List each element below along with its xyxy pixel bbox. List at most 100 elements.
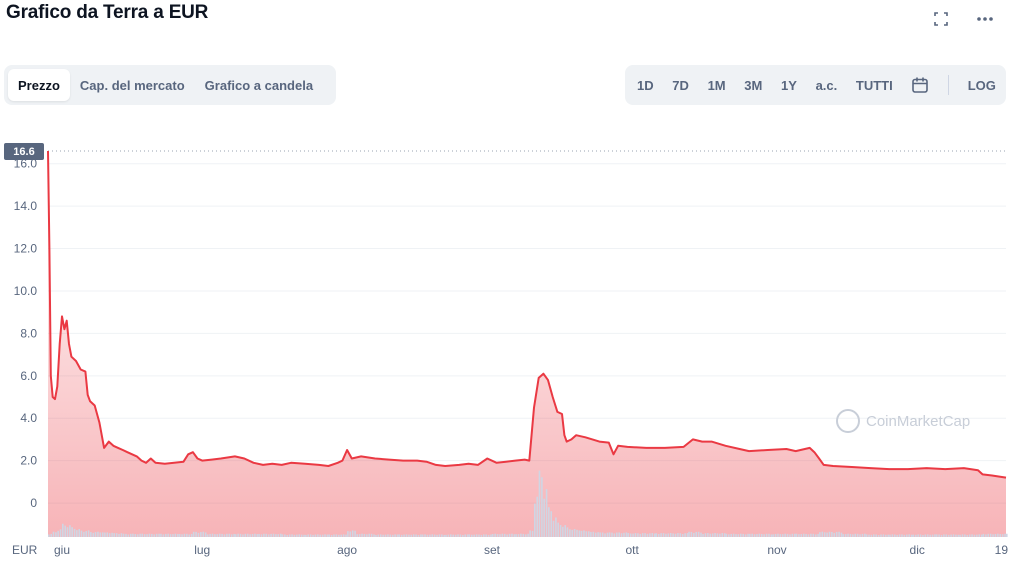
volume-bar [429, 534, 431, 537]
volume-bar [711, 533, 714, 537]
volume-bar [527, 533, 529, 537]
volume-bar [1001, 534, 1004, 537]
volume-bar [922, 534, 924, 537]
volume-bar [919, 534, 922, 537]
volume-bar [735, 534, 737, 537]
volume-bar [545, 489, 548, 537]
volume-bar [620, 533, 623, 537]
volume-bar [90, 532, 92, 537]
volume-bar [214, 534, 216, 537]
volume-bar [226, 533, 228, 537]
x-tick-label: lug [194, 543, 210, 557]
range-3m[interactable]: 3M [744, 78, 762, 93]
range-ytd[interactable]: a.c. [816, 78, 838, 93]
volume-bar [288, 534, 291, 537]
volume-bar [864, 533, 866, 537]
volume-bar [910, 534, 913, 537]
volume-bar [216, 534, 219, 537]
range-1m[interactable]: 1M [708, 78, 726, 93]
volume-bar [356, 534, 359, 537]
volume-bar [844, 534, 847, 537]
volume-bar [382, 534, 384, 537]
volume-bar [852, 534, 854, 537]
volume-bar [753, 534, 756, 537]
volume-bar [204, 532, 207, 537]
volume-bar [849, 533, 852, 537]
volume-bar [601, 532, 604, 537]
volume-bar [447, 534, 450, 537]
volume-bar [85, 531, 87, 537]
volume-bar [421, 534, 424, 537]
volume-bar [200, 532, 202, 537]
volume-bar [134, 534, 137, 537]
price-line [47, 150, 1007, 479]
volume-bar [146, 534, 148, 537]
volume-bar [639, 533, 642, 537]
volume-bar [506, 534, 508, 537]
volume-bar [637, 533, 639, 537]
volume-bar [450, 534, 452, 537]
volume-bar [324, 534, 326, 537]
tab-market-cap[interactable]: Cap. del mercato [70, 69, 195, 101]
volume-bar [342, 534, 345, 537]
volume-bar [667, 533, 670, 537]
volume-bar [905, 534, 908, 537]
volume-bar [104, 532, 106, 537]
calendar-icon[interactable] [911, 76, 929, 94]
volume-bar [363, 533, 366, 537]
volume-bar [744, 534, 747, 537]
volume-bar [732, 533, 735, 537]
volume-bar [997, 533, 999, 537]
volume-bar [468, 534, 471, 537]
volume-bar [403, 534, 405, 537]
range-1d[interactable]: 1D [637, 78, 654, 93]
volume-bar [64, 525, 67, 537]
volume-bar [279, 533, 282, 537]
volume-bar [410, 534, 413, 537]
volume-bar [83, 531, 85, 537]
volume-bar [779, 534, 782, 537]
fullscreen-icon[interactable] [930, 8, 952, 30]
volume-bar [209, 533, 211, 537]
y-tick-label: 14.0 [14, 199, 38, 213]
volume-bar [971, 534, 973, 537]
volume-bar [943, 534, 945, 537]
volume-bar [992, 534, 994, 537]
volume-bar [800, 534, 803, 537]
volume-bar [531, 530, 534, 537]
volume-bar [955, 534, 957, 537]
volume-bar [417, 534, 420, 537]
volume-bar [569, 529, 571, 537]
volume-bar [599, 532, 602, 537]
volume-bar [366, 534, 368, 537]
volume-bar [389, 534, 392, 537]
more-horizontal-icon[interactable] [974, 8, 996, 30]
range-all[interactable]: TUTTI [856, 78, 893, 93]
range-1y[interactable]: 1Y [781, 78, 797, 93]
volume-bar [908, 534, 910, 537]
range-7d[interactable]: 7D [672, 78, 689, 93]
log-scale-toggle[interactable]: LOG [968, 78, 996, 93]
volume-bar [566, 527, 569, 537]
volume-bar [475, 534, 478, 537]
volume-bar [957, 534, 960, 537]
volume-bar [1004, 533, 1006, 537]
volume-bar [433, 534, 436, 537]
volume-bar [646, 533, 649, 537]
volume-bar [714, 533, 716, 537]
tab-candlestick[interactable]: Grafico a candela [195, 69, 323, 101]
volume-bar [508, 533, 511, 537]
volume-bar [164, 533, 167, 537]
tab-price[interactable]: Prezzo [8, 69, 70, 101]
volume-bar [889, 534, 891, 537]
volume-bar [653, 533, 656, 537]
volume-bar [793, 533, 796, 537]
volume-bar [833, 532, 836, 537]
volume-bar [684, 533, 686, 537]
volume-bar [169, 534, 172, 537]
volume-bar [335, 534, 338, 537]
x-tick-label: ago [337, 543, 357, 557]
volume-bar [641, 533, 644, 537]
volume-bar [281, 534, 284, 537]
volume-bar [772, 534, 774, 537]
